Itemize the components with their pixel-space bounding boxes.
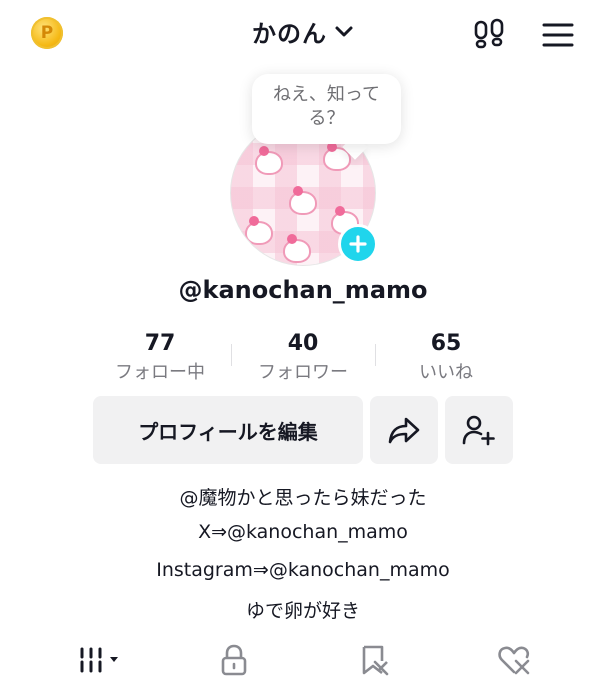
share-icon <box>388 417 420 444</box>
tab-private[interactable] <box>212 640 256 680</box>
bio-line: @魔物かと思ったら妹だった <box>179 487 427 509</box>
bio-line: X⇒@kanochan_mamo <box>198 521 408 543</box>
lock-icon <box>221 644 247 676</box>
chevron-down-icon <box>110 657 118 662</box>
footprint-icon[interactable] <box>470 16 510 52</box>
profile-handle: @kanochan_mamo <box>178 276 428 304</box>
tab-videos[interactable] <box>60 640 130 680</box>
menu-icon[interactable] <box>540 20 576 50</box>
tab-favorites[interactable] <box>352 640 396 680</box>
chevron-down-icon <box>335 26 353 36</box>
add-avatar-button[interactable] <box>338 224 378 264</box>
following-count: 77 <box>144 331 176 356</box>
likes-label: いいね <box>419 362 473 383</box>
followers-label: フォロワー <box>258 362 348 383</box>
likes-count: 65 <box>430 331 462 356</box>
following-stat[interactable]: 77 フォロー中 <box>90 330 230 388</box>
bookmark-off-icon <box>362 645 389 676</box>
share-profile-button[interactable] <box>370 396 438 464</box>
stat-divider <box>231 344 232 366</box>
bio-line: ゆで卵が好き <box>245 600 360 622</box>
add-friend-button[interactable] <box>445 396 513 464</box>
bio-line: Instagram⇒@kanochan_mamo <box>156 559 450 581</box>
plus-icon <box>349 235 367 253</box>
heart-off-icon <box>498 646 530 675</box>
tab-liked[interactable] <box>492 640 536 680</box>
account-switcher[interactable]: かのん <box>0 14 606 49</box>
grid-icon <box>80 647 118 673</box>
add-user-icon <box>462 415 495 446</box>
followers-stat[interactable]: 40 フォロワー <box>233 330 373 388</box>
account-name: かのん <box>251 20 327 48</box>
edit-profile-button[interactable]: プロフィールを編集 <box>93 396 363 464</box>
following-label: フォロー中 <box>115 362 205 383</box>
likes-stat[interactable]: 65 いいね <box>376 330 516 388</box>
note-bubble[interactable]: ねえ、知ってる？ <box>252 74 401 144</box>
followers-count: 40 <box>287 331 319 356</box>
